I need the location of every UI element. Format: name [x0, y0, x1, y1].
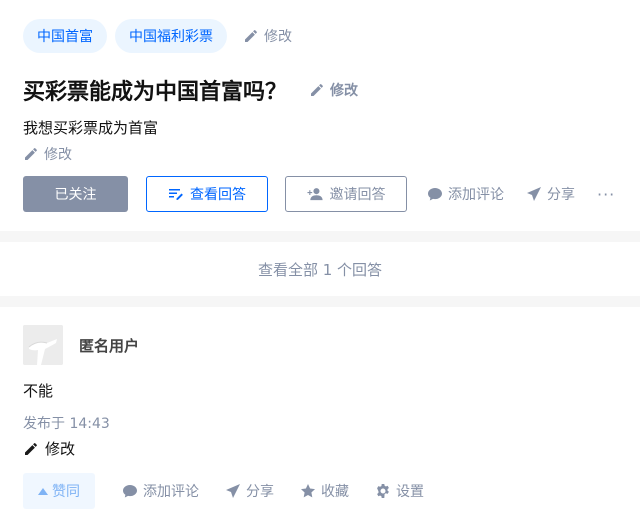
- share-label: 分享: [547, 187, 575, 203]
- share-button[interactable]: 分享: [526, 184, 575, 204]
- answer-author: 匿名用户: [23, 325, 139, 365]
- pencil-icon: [25, 442, 37, 455]
- answer-share-label: 分享: [246, 484, 274, 500]
- vote-up-label: 赞同: [52, 484, 80, 500]
- view-all-answers-card: 查看全部 1 个回答: [0, 242, 640, 296]
- anonymous-avatar-icon: [23, 325, 63, 365]
- edit-topics-link[interactable]: 修改: [243, 26, 292, 46]
- edit-topics-label: 修改: [264, 29, 292, 45]
- edit-detail-label: 修改: [44, 147, 72, 163]
- vote-up-button[interactable]: 赞同: [23, 473, 95, 509]
- comment-icon: [428, 188, 442, 201]
- followed-button[interactable]: 已关注: [23, 176, 128, 212]
- answer-comment-button[interactable]: 添加评论: [122, 481, 199, 501]
- author-name[interactable]: 匿名用户: [79, 335, 139, 356]
- pencil-icon: [311, 84, 323, 96]
- edit-answer-link[interactable]: 修改: [23, 438, 75, 459]
- share-icon: [226, 484, 240, 498]
- settings-label: 设置: [396, 484, 424, 500]
- invite-answer-label: 邀请回答: [329, 187, 386, 203]
- edit-title-label: 修改: [330, 83, 359, 99]
- view-answers-label: 查看回答: [190, 187, 246, 203]
- question-actions: 已关注 查看回答 邀请回答 添加评论 分享 ···: [23, 176, 615, 212]
- vote-up-icon: [38, 487, 48, 495]
- star-icon: [301, 484, 315, 498]
- comment-icon: [123, 485, 137, 498]
- topic-list: 中国首富 中国福利彩票 修改: [23, 19, 292, 53]
- share-icon: [527, 187, 541, 201]
- answer-publish-time[interactable]: 发布于 14:43: [23, 413, 110, 433]
- pencil-icon: [245, 30, 257, 42]
- topic-tag-1[interactable]: 中国首富: [23, 19, 107, 53]
- more-button[interactable]: ···: [597, 185, 615, 204]
- question-detail: 我想买彩票成为首富: [23, 119, 159, 137]
- collect-label: 收藏: [321, 484, 349, 500]
- view-answers-button[interactable]: 查看回答: [146, 176, 268, 212]
- question-title: 买彩票能成为中国首富吗？: [23, 80, 288, 105]
- question-title-row: 买彩票能成为中国首富吗？ 修改: [23, 74, 358, 106]
- question-card: 中国首富 中国福利彩票 修改 买彩票能成为中国首富吗？ 修改 我想买彩票成为首富…: [0, 0, 640, 231]
- add-comment-label: 添加评论: [448, 187, 504, 203]
- answer-share-button[interactable]: 分享: [225, 481, 274, 501]
- answer-card: 匿名用户 不能 发布于 14:43 修改 赞同 添加评论 分享 收藏 设置: [0, 307, 640, 523]
- topic-tag-2[interactable]: 中国福利彩票: [115, 19, 227, 53]
- view-all-answers-link[interactable]: 查看全部 1 个回答: [0, 242, 640, 296]
- answer-comment-label: 添加评论: [143, 484, 199, 500]
- invite-answer-button[interactable]: 邀请回答: [285, 176, 407, 212]
- settings-button[interactable]: 设置: [375, 481, 424, 501]
- gear-icon: [377, 484, 389, 498]
- invite-user-icon: [306, 188, 323, 201]
- answer-content: 不能: [23, 382, 54, 400]
- edit-answer-label: 修改: [45, 440, 76, 458]
- avatar[interactable]: [23, 325, 63, 365]
- pencil-icon: [25, 148, 37, 160]
- edit-title-link[interactable]: 修改: [309, 80, 358, 100]
- add-comment-button[interactable]: 添加评论: [427, 184, 504, 204]
- edit-detail-link[interactable]: 修改: [23, 144, 72, 164]
- collect-button[interactable]: 收藏: [300, 481, 349, 501]
- view-answer-icon: [169, 189, 183, 200]
- answer-actions: 赞同 添加评论 分享 收藏 设置: [23, 473, 424, 509]
